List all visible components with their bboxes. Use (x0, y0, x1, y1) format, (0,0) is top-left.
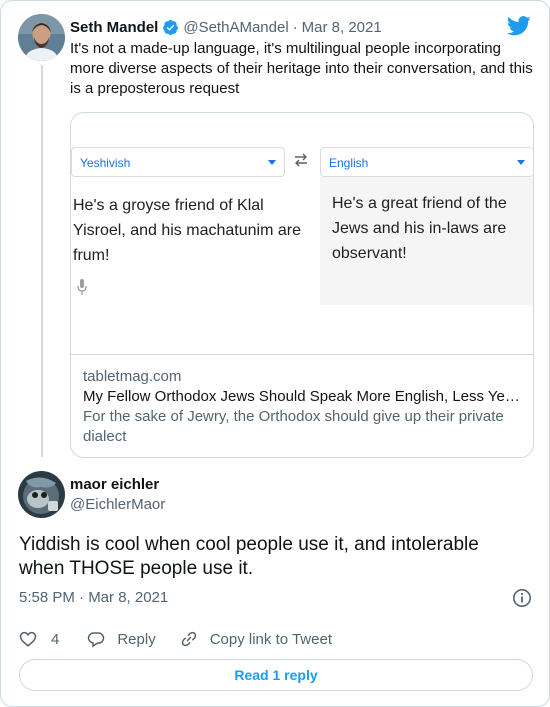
avatar-photo (18, 471, 65, 518)
quoted-tweet-header: Seth Mandel @SethAMandel · Mar 8, 2021 (70, 16, 382, 38)
reply-button[interactable]: Reply (87, 630, 156, 648)
source-text: He's a groyse friend of Klal Yisroel, an… (73, 197, 301, 264)
like-count: 4 (51, 630, 60, 648)
twitter-bird-icon[interactable] (507, 16, 531, 36)
reply-author-handle[interactable]: @EichlerMaor (70, 495, 165, 515)
link-preview-card[interactable]: Yeshivish English He's a groyse friend o… (70, 112, 534, 458)
reply-tweet-text: Yiddish is cool when cool people use it,… (19, 534, 479, 579)
reply-label: Reply (117, 630, 156, 648)
heart-icon (19, 631, 37, 647)
reply-bubble-icon (88, 632, 105, 648)
read-replies-button[interactable]: Read 1 reply (19, 659, 533, 691)
link-domain: tabletmag.com (83, 368, 182, 385)
seth-mandel-avatar[interactable] (18, 14, 65, 61)
translated-text: He's a great friend of the Jews and his … (332, 195, 507, 262)
tweet-actions: 4 Reply Copy link to Tweet (19, 629, 356, 649)
maor-eichler-avatar[interactable] (18, 471, 65, 518)
swap-languages-icon (295, 153, 307, 167)
reply-author: maor eichler @EichlerMaor (70, 475, 165, 515)
thread-line (41, 65, 43, 457)
tweet-date[interactable]: Mar 8, 2021 (302, 19, 382, 36)
quoted-tweet-text: It's not a made-up language, it's multil… (70, 40, 533, 97)
header-separator: · (292, 18, 298, 36)
link-card-meta: tabletmag.com My Fellow Orthodox Jews Sh… (83, 367, 521, 447)
target-language-select: English (320, 147, 533, 177)
microphone-icon (77, 279, 87, 295)
target-language-label: English (329, 156, 369, 170)
source-language-label: Yeshivish (80, 156, 131, 170)
link-icon (181, 631, 196, 647)
info-icon[interactable] (512, 588, 532, 608)
tweet-embed-card: Seth Mandel @SethAMandel · Mar 8, 2021 I… (0, 0, 550, 707)
chevron-down-icon (268, 160, 276, 165)
copy-link-label: Copy link to Tweet (209, 630, 332, 648)
avatar-photo (18, 14, 65, 61)
translation-preview-image: Yeshivish English He's a groyse friend o… (71, 113, 533, 355)
link-title: My Fellow Orthodox Jews Should Speak Mor… (83, 388, 521, 405)
source-language-select: Yeshivish (71, 147, 285, 177)
verified-badge-icon (163, 19, 179, 35)
translation-output-pane: He's a great friend of the Jews and his … (320, 177, 533, 305)
author-handle[interactable]: @SethAMandel (183, 19, 288, 36)
reply-timestamp[interactable]: 5:58 PM · Mar 8, 2021 (19, 589, 168, 606)
chevron-down-icon (517, 160, 525, 165)
reply-author-name[interactable]: maor eichler (70, 475, 165, 495)
author-name[interactable]: Seth Mandel (70, 19, 158, 36)
copy-link-button[interactable]: Copy link to Tweet (180, 630, 332, 648)
link-description: For the sake of Jewry, the Orthodox shou… (83, 408, 504, 445)
like-button[interactable]: 4 (19, 630, 59, 648)
